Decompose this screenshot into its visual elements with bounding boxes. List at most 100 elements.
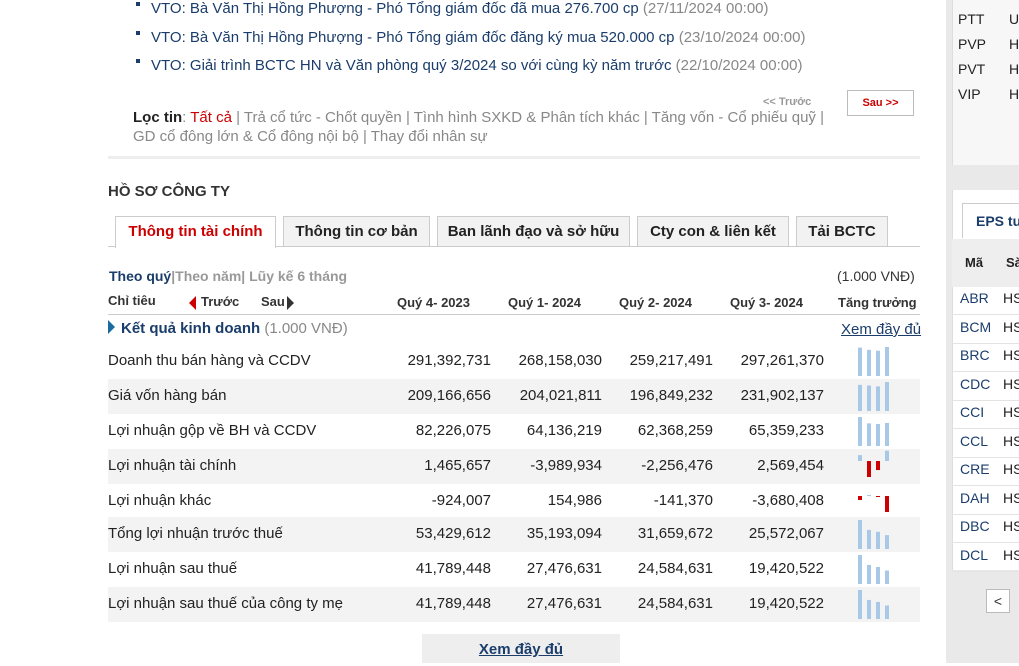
right-stock-info: H (1009, 61, 1019, 77)
next-period-button[interactable]: Sau (261, 294, 294, 310)
news-item[interactable]: VTO: Bà Văn Thị Hồng Phượng - Phó Tổng g… (136, 29, 805, 46)
news-filter: Lọc tin: Tất cả | Trả cổ tức - Chốt quyề… (133, 108, 833, 146)
row-value: -924,007 (431, 492, 491, 509)
sparkline-bar (876, 566, 880, 584)
row-value: 27,476,631 (526, 595, 602, 612)
col-exchange-header: Sà (1006, 255, 1019, 270)
prev-period-button[interactable]: Trước (189, 294, 239, 310)
right-prev-button[interactable]: < (986, 589, 1010, 613)
row-divider (952, 456, 1019, 458)
news-title[interactable]: VTO: Bà Văn Thị Hồng Phượng - Phó Tổng g… (151, 0, 639, 17)
row-value: 154,986 (547, 492, 602, 509)
group-business-results[interactable]: Kết quả kinh doanh (1.000 VNĐ) (108, 320, 348, 337)
row-value: 65,359,233 (748, 422, 824, 439)
row-divider (952, 485, 1019, 486)
table-row: Doanh thu bán hàng và CCDV 291,392,731 268… (108, 344, 920, 379)
tab-management-ownership[interactable]: Ban lãnh đạo và sở hữu (437, 216, 630, 246)
right-list-code[interactable]: CCI (960, 404, 984, 420)
table-row: Giá vốn hàng bán 209,166,656 204,021,811 19… (108, 379, 920, 414)
row-value: 25,572,067 (748, 525, 824, 542)
prev-page-link[interactable]: << Trước (763, 96, 811, 108)
row-label: Lợi nhuận tài chính (108, 457, 237, 474)
filter-links[interactable]: | Trả cổ tức - Chốt quyền | Tình hình SX… (133, 109, 824, 145)
right-list-exchange: HS (1003, 318, 1019, 335)
tab-download-report[interactable]: Tải BCTC (796, 216, 888, 246)
sparkline-bar (867, 529, 871, 549)
news-item[interactable]: VTO: Bà Văn Thị Hồng Phượng - Phó Tổng g… (136, 0, 769, 17)
view-all-link[interactable]: Xem đầy đủ (841, 321, 921, 338)
row-label: Lợi nhuận sau thuế (108, 560, 238, 577)
col-header-q3-2024: Quý 3- 2024 (730, 295, 803, 310)
right-list-exchange: HS (1003, 347, 1019, 363)
news-title[interactable]: VTO: Giải trình BCTC HN và Văn phòng quý… (151, 57, 672, 74)
row-value: 204,021,811 (519, 387, 602, 404)
row-value: 41,789,448 (415, 560, 491, 577)
period-cumulative-link[interactable]: Lũy kế 6 tháng (245, 268, 347, 284)
right-list-code[interactable]: ABR (960, 290, 989, 306)
sparkline-bar (858, 496, 862, 501)
col-header-q1-2024: Quý 1- 2024 (508, 295, 581, 310)
right-list-code[interactable]: BRC (960, 347, 990, 363)
filter-label: Lọc tin (133, 109, 183, 126)
sparkline-bar (885, 422, 889, 446)
row-divider (952, 513, 1019, 515)
table-row: Lợi nhuận khác -924,007 154,986 -141,370 -3,… (108, 484, 920, 519)
news-date: (22/10/2024 00:00) (675, 57, 803, 74)
right-list-code[interactable]: CCL (960, 433, 988, 449)
sparkline-bar (867, 564, 871, 584)
sparkline-bar (876, 496, 880, 497)
right-list-exchange: HS (1003, 432, 1019, 449)
growth-sparkline (858, 555, 889, 584)
right-list-code[interactable]: DCL (960, 547, 988, 563)
row-value: 1,465,657 (424, 457, 491, 474)
sparkline-bar (858, 347, 862, 376)
sparkline-bar (867, 599, 871, 619)
table-row: Tổng lợi nhuận trước thuế 53,429,612 35,19… (108, 517, 920, 552)
news-item[interactable]: VTO: Giải trình BCTC HN và Văn phòng quý… (136, 57, 802, 74)
right-list-code[interactable]: DAH (960, 490, 990, 506)
right-list-exchange: HS (1003, 489, 1019, 506)
view-all-button[interactable]: Xem đầy đủ (422, 634, 620, 663)
right-stock-code[interactable]: PVP (958, 36, 986, 52)
sparkline-bar (858, 555, 862, 584)
sparkline-bar (858, 590, 862, 619)
right-stock-code[interactable]: PVT (958, 61, 985, 77)
right-list-exchange: HS (1003, 461, 1019, 477)
right-list-code[interactable]: DBC (960, 518, 990, 534)
tab-financial-info[interactable]: Thông tin tài chính (115, 216, 276, 248)
row-value: 53,429,612 (415, 525, 491, 542)
sparkline-bar (858, 417, 862, 446)
sparkline-bar (858, 384, 862, 411)
right-list-header: Mã Sà (952, 239, 1019, 287)
tab-subsidiaries[interactable]: Cty con & liên kết (637, 216, 789, 246)
row-divider (952, 570, 1019, 572)
news-title[interactable]: VTO: Bà Văn Thị Hồng Phượng - Phó Tổng g… (151, 29, 675, 46)
expand-triangle-icon (108, 320, 115, 334)
prev-period-label: Trước (201, 294, 240, 309)
row-label: Tổng lợi nhuận trước thuế (108, 525, 283, 542)
row-divider (952, 399, 1019, 401)
filter-all-link[interactable]: Tất cả (190, 109, 232, 126)
row-divider (952, 371, 1019, 372)
row-label: Giá vốn hàng bán (108, 387, 227, 404)
tab-basic-info[interactable]: Thông tin cơ bản (283, 216, 430, 246)
right-list-code[interactable]: BCM (960, 319, 991, 335)
row-value: 41,789,448 (415, 595, 491, 612)
row-value: 291,392,731 (407, 352, 491, 369)
right-stock-code[interactable]: PTT (958, 11, 984, 27)
filter-colon: : (182, 109, 187, 126)
tab-eps[interactable]: EPS tu (962, 203, 1019, 238)
sparkline-bar (876, 461, 880, 471)
row-value: 82,226,075 (415, 422, 491, 439)
row-value: 27,476,631 (526, 560, 602, 577)
sparkline-bar (858, 455, 862, 461)
right-stock-code[interactable]: VIP (958, 86, 981, 102)
right-list-exchange: HS (1003, 290, 1019, 306)
right-list-code[interactable]: CRE (960, 461, 990, 477)
period-year-link[interactable]: Theo năm (175, 268, 241, 284)
row-value: 19,420,522 (748, 560, 824, 577)
next-page-button[interactable]: Sau >> (847, 90, 914, 116)
period-quarter-link[interactable]: Theo quý (109, 268, 171, 284)
right-list-code[interactable]: CDC (960, 376, 990, 392)
growth-sparkline (858, 520, 889, 549)
